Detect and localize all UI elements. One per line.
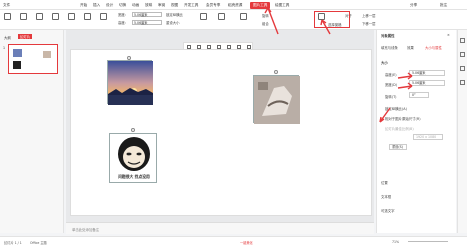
- zoom-slider[interactable]: [408, 241, 448, 242]
- annotation-overlay: [264, 7, 413, 123]
- zoom-level[interactable]: 71%: [392, 240, 399, 244]
- slide-info: 幻灯片 1 / 1: [4, 240, 22, 245]
- theme-name: Office 主题: [30, 240, 47, 245]
- status-bar: 幻灯片 1 / 1 Office 主题 一键美化 71%: [0, 236, 467, 245]
- beautify-button[interactable]: 一键美化: [240, 240, 253, 245]
